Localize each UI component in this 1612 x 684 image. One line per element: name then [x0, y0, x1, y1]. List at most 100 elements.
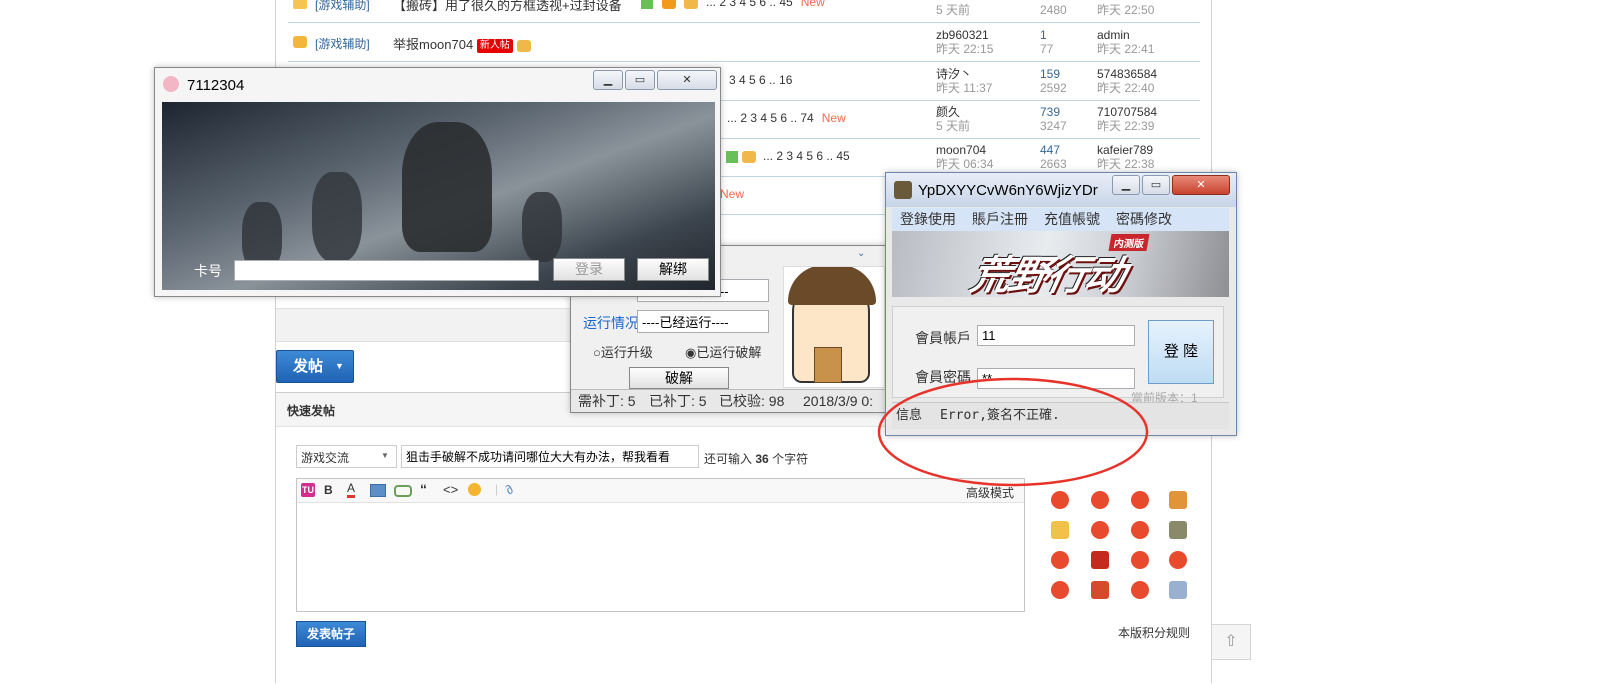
menu-item-change-password[interactable]: 密碼修改	[1116, 208, 1172, 231]
app-logo-icon	[894, 181, 912, 199]
radio-checked-icon: ◉	[685, 345, 697, 360]
account-input[interactable]	[977, 325, 1135, 346]
thread-author[interactable]: zb960321 昨天 22:15	[936, 28, 993, 56]
emoji-icon[interactable]	[468, 483, 481, 496]
login-button[interactable]: 登录	[553, 258, 625, 281]
tu-icon[interactable]: TU	[301, 483, 315, 497]
post-editor[interactable]: TU B A “ <> | ∂ 高级模式	[296, 478, 1025, 612]
smiley-icon[interactable]	[1051, 521, 1069, 539]
thread-category[interactable]: [游戏辅助]	[315, 35, 370, 52]
close-icon: ✕	[682, 74, 692, 86]
font-color-icon[interactable]: A	[347, 482, 356, 498]
thread-stats: 2480	[1040, 3, 1067, 17]
code-icon[interactable]: <>	[443, 482, 458, 497]
radio-already-cracked[interactable]: ◉已运行破解	[685, 342, 761, 361]
unbind-button[interactable]: 解绑	[637, 258, 709, 281]
status-bar-item: 需补丁: 5	[578, 393, 636, 409]
thread-pages[interactable]: 3 4 5 6 .. 16	[729, 73, 792, 87]
account-label: 會員帳戶	[915, 330, 971, 346]
thumb-up-icon	[742, 151, 756, 163]
subject-input[interactable]	[401, 445, 699, 468]
close-button[interactable]: ✕	[657, 70, 717, 90]
minimize-icon: ▁	[1121, 179, 1131, 191]
menu-item-recharge[interactable]: 充值帳號	[1044, 208, 1100, 231]
thread-stats: 159 2592	[1040, 67, 1067, 95]
rules-link[interactable]: 本版积分规则	[1118, 624, 1190, 641]
smiley-icon[interactable]	[1051, 551, 1069, 569]
card-number-input[interactable]	[234, 260, 539, 281]
thread-last-post[interactable]: admin 昨天 22:41	[1097, 28, 1154, 56]
thread-author[interactable]: 颜久 5 天前	[936, 105, 970, 133]
thread-author[interactable]: moon704 昨天 06:34	[936, 143, 993, 171]
image-icon	[641, 0, 653, 9]
highlight-circle	[877, 377, 1149, 487]
quick-post-title: 快速发帖	[287, 404, 336, 418]
thread-stats: 447 2663	[1040, 143, 1067, 171]
thread-pages[interactable]: ... 2 3 4 5 6 .. 45	[763, 149, 850, 163]
smiley-icon[interactable]	[1091, 491, 1109, 509]
radio-auto-upgrade[interactable]: ○运行升级	[593, 342, 653, 361]
thread-title[interactable]: 【搬砖】用了很久的方框透视+过封设备	[393, 0, 622, 14]
thread-last-post[interactable]: kafeier789 昨天 22:38	[1097, 143, 1154, 171]
thread-author[interactable]: 5 天前	[936, 0, 970, 17]
smiley-icon[interactable]	[1091, 521, 1109, 539]
post-button[interactable]: 发帖 ▼	[276, 350, 354, 383]
thread-category[interactable]: [游戏辅助]	[315, 0, 370, 13]
smiley-icon[interactable]	[1169, 521, 1187, 539]
smiley-icon[interactable]	[1051, 581, 1069, 599]
menu-item-login[interactable]: 登錄使用	[900, 208, 956, 231]
link-icon[interactable]	[394, 485, 412, 497]
game-login-button[interactable]: 登 陸	[1148, 320, 1214, 384]
smiley-icon[interactable]	[1169, 551, 1187, 569]
thread-last-post[interactable]: 574836584 昨天 22:40	[1097, 67, 1157, 95]
window-title: YpDXYYCvW6nY6WjizYDr	[918, 182, 1098, 199]
thread-pages[interactable]: ... 2 3 4 5 6 .. 45 New	[706, 0, 825, 9]
status-bar-item: 2018/3/9 0:	[803, 393, 874, 409]
thread-row[interactable]: [游戏辅助] 【搬砖】用了很久的方框透视+过封设备 ... 2 3 4 5 6 …	[288, 0, 1200, 23]
close-button[interactable]: ✕	[1172, 175, 1230, 195]
run-status-field	[637, 310, 769, 333]
minimize-button[interactable]: ▁	[1112, 175, 1140, 195]
minimize-button[interactable]: ▁	[593, 70, 623, 90]
char-remaining: 还可输入 36 个字符	[704, 452, 809, 466]
thread-row[interactable]: [游戏辅助] 举报moon704 新人帖 zb960321 昨天 22:15 17…	[288, 23, 1200, 62]
smiley-icon[interactable]	[1091, 551, 1109, 569]
thread-pages[interactable]: New	[720, 187, 744, 201]
thread-last-post[interactable]: 昨天 22:50	[1097, 0, 1154, 17]
submit-post-button[interactable]: 发表帖子	[296, 621, 366, 647]
banner-image: 卡号 登录 解绑	[162, 102, 715, 290]
attach-icon[interactable]: ∂	[502, 482, 517, 498]
chevron-down-icon[interactable]: ⌄	[857, 248, 865, 259]
close-icon: ✕	[1196, 179, 1206, 191]
image-icon[interactable]	[370, 484, 386, 497]
smiley-icon[interactable]	[1131, 581, 1149, 599]
smiley-icon[interactable]	[1051, 491, 1069, 509]
thread-last-post[interactable]: 710707584 昨天 22:39	[1097, 105, 1157, 133]
smiley-icon[interactable]	[1169, 581, 1187, 599]
category-select-value: 游戏交流	[301, 451, 350, 465]
status-bar-item: 已补丁: 5	[649, 393, 707, 409]
chevron-down-icon: ▼	[335, 361, 344, 371]
smiley-icon[interactable]	[1131, 491, 1149, 509]
category-select[interactable]: 游戏交流 ▼	[296, 445, 397, 468]
menu-item-register[interactable]: 賬戶注冊	[972, 208, 1028, 231]
thumb-up-icon	[516, 39, 531, 52]
quote-icon[interactable]: “	[420, 481, 427, 497]
maximize-button[interactable]: ▭	[625, 70, 655, 90]
smiley-icon[interactable]	[1091, 581, 1109, 599]
smiley-icon[interactable]	[1131, 551, 1149, 569]
thumb-up-icon	[684, 0, 698, 9]
bold-icon[interactable]: B	[324, 483, 333, 497]
thread-author[interactable]: 诗汐丶 昨天 11:37	[936, 67, 992, 95]
crack-button[interactable]: 破解	[629, 367, 729, 389]
menu-bar: 登錄使用 賬戶注冊 充值帳號 密碼修改	[892, 208, 1229, 231]
back-to-top-button[interactable]: ⇧	[1211, 624, 1251, 660]
thread-title[interactable]: 举报moon704 新人帖	[393, 34, 531, 53]
app-logo-icon	[163, 76, 179, 92]
folder-icon	[293, 0, 307, 9]
maximize-icon: ▭	[634, 74, 646, 86]
thread-pages[interactable]: ... 2 3 4 5 6 .. 74 New	[727, 111, 846, 125]
smiley-icon[interactable]	[1169, 491, 1187, 509]
maximize-button[interactable]: ▭	[1142, 175, 1170, 195]
smiley-icon[interactable]	[1131, 521, 1149, 539]
